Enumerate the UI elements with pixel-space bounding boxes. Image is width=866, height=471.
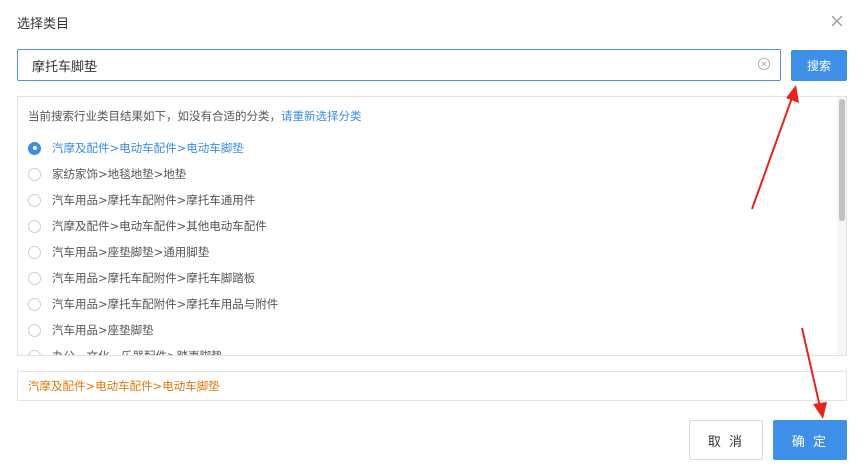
category-item[interactable]: 汽车用品>摩托车配附件>摩托车用品与附件 xyxy=(18,291,833,317)
radio-button[interactable] xyxy=(28,141,41,155)
cancel-button[interactable]: 取 消 xyxy=(689,420,763,460)
radio-button[interactable] xyxy=(28,297,41,311)
category-item[interactable]: 汽车用品>摩托车配附件>摩托车通用件 xyxy=(18,187,833,213)
selected-category-path: 汽摩及配件>电动车配件>电动车脚垫 xyxy=(28,379,220,393)
category-item[interactable]: 汽车用品>座垫脚垫 xyxy=(18,317,833,343)
radio-button[interactable] xyxy=(28,193,41,207)
search-input[interactable] xyxy=(18,50,748,80)
category-item[interactable]: 办公、文化、乐器配件>踏夷脚垫 xyxy=(18,343,833,356)
search-input-wrap xyxy=(17,49,781,81)
category-label: 汽摩及配件>电动车配件>电动车脚垫 xyxy=(52,141,244,155)
radio-button[interactable] xyxy=(28,349,41,355)
reselect-category-link[interactable]: 请重新选择分类 xyxy=(281,109,362,123)
radio-button[interactable] xyxy=(28,219,41,233)
category-item[interactable]: 汽车用品>摩托车配附件>摩托车脚踏板 xyxy=(18,265,833,291)
category-label: 汽摩及配件>电动车配件>其他电动车配件 xyxy=(52,219,267,233)
category-label: 汽车用品>座垫脚垫 xyxy=(52,323,154,337)
category-item[interactable]: 汽摩及配件>电动车配件>电动车脚垫 xyxy=(18,135,833,161)
category-label: 汽车用品>摩托车配附件>摩托车通用件 xyxy=(52,193,256,207)
category-item[interactable]: 家纺家饰>地毯地垫>地垫 xyxy=(18,161,833,187)
selected-path-box: 汽摩及配件>电动车配件>电动车脚垫 xyxy=(17,371,847,401)
radio-button[interactable] xyxy=(28,323,41,337)
close-icon[interactable] xyxy=(829,13,845,29)
radio-button[interactable] xyxy=(28,271,41,285)
category-label: 汽车用品>座垫脚垫>通用脚垫 xyxy=(52,245,210,259)
radio-button[interactable] xyxy=(28,167,41,181)
category-label: 汽车用品>摩托车配附件>摩托车用品与附件 xyxy=(52,297,279,311)
results-scrollbar[interactable] xyxy=(837,97,846,355)
category-label: 汽车用品>摩托车配附件>摩托车脚踏板 xyxy=(52,271,256,285)
results-hint: 当前搜索行业类目结果如下，如没有合适的分类，请重新选择分类 xyxy=(28,108,362,124)
dialog-title: 选择类目 xyxy=(17,17,70,32)
results-hint-text: 当前搜索行业类目结果如下，如没有合适的分类， xyxy=(28,109,281,123)
category-label: 办公、文化、乐器配件>踏夷脚垫 xyxy=(52,349,223,356)
search-button[interactable]: 搜索 xyxy=(791,50,847,81)
category-item[interactable]: 汽车用品>座垫脚垫>通用脚垫 xyxy=(18,239,833,265)
confirm-button[interactable]: 确 定 xyxy=(773,420,847,460)
scrollbar-thumb[interactable] xyxy=(839,99,845,221)
results-panel: 当前搜索行业类目结果如下，如没有合适的分类，请重新选择分类 汽摩及配件>电动车配… xyxy=(17,96,847,356)
category-label: 家纺家饰>地毯地垫>地垫 xyxy=(52,167,187,181)
category-list: 汽摩及配件>电动车配件>电动车脚垫 家纺家饰>地毯地垫>地垫 汽车用品>摩托车配… xyxy=(18,135,833,356)
clear-circle-icon[interactable] xyxy=(757,57,771,71)
radio-button[interactable] xyxy=(28,245,41,259)
category-item[interactable]: 汽摩及配件>电动车配件>其他电动车配件 xyxy=(18,213,833,239)
